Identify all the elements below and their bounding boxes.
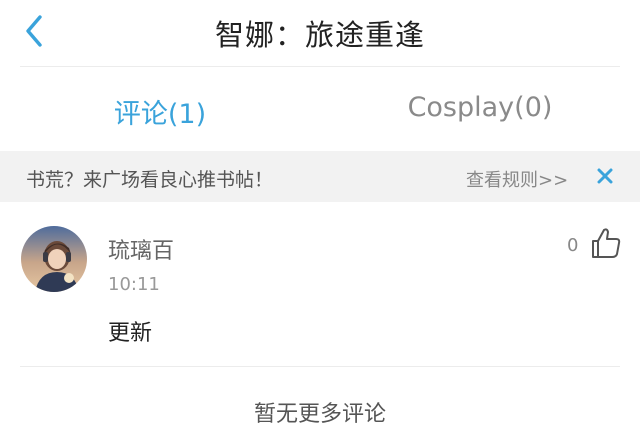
- header-divider: [20, 66, 620, 67]
- header-bar: 智娜：旅途重逢: [0, 0, 640, 64]
- comment-body: 更新: [108, 321, 153, 346]
- page-title: 智娜：旅途重逢: [214, 18, 425, 52]
- view-rules-link[interactable]: 查看规则>>: [466, 166, 568, 192]
- comment-divider: [20, 366, 620, 367]
- thumbs-up-icon: [592, 228, 621, 258]
- comments-page: 智娜：旅途重逢 评论(1) Cosplay(0) 书荒？来广场看良心推书帖！ 查…: [0, 0, 640, 427]
- close-icon: [597, 168, 613, 184]
- comment-time: 10:11: [108, 274, 160, 295]
- tab-bar: 评论(1) Cosplay(0): [0, 78, 640, 142]
- avatar[interactable]: [21, 226, 87, 292]
- close-notice-button[interactable]: [594, 165, 616, 187]
- comment-username[interactable]: 琉璃百: [108, 233, 174, 265]
- comment-item: 琉璃百 10:11 更新 0: [0, 210, 640, 360]
- notice-banner: 书荒？来广场看良心推书帖！ 查看规则>>: [0, 151, 640, 202]
- no-more-comments: 暂无更多评论: [253, 402, 386, 427]
- tab-cosplay[interactable]: Cosplay(0): [320, 92, 640, 123]
- tab-comments[interactable]: 评论(1): [0, 92, 320, 131]
- notice-text: 书荒？来广场看良心推书帖！: [26, 169, 274, 191]
- like-button[interactable]: [590, 226, 622, 260]
- like-count: 0: [567, 235, 579, 256]
- avatar-image: [21, 226, 87, 292]
